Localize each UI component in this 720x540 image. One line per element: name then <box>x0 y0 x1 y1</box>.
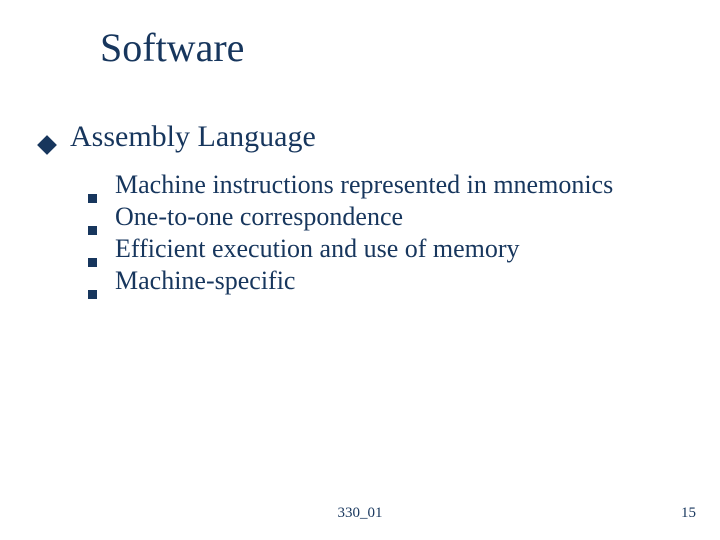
square-bullet-icon <box>88 194 97 203</box>
topic-row: Assembly Language <box>40 120 316 154</box>
page-number: 15 <box>681 505 696 522</box>
sub-text: One-to-one correspondence <box>115 202 403 232</box>
sub-list: Machine instructions represented in mnem… <box>88 170 613 298</box>
slide-title: Software <box>100 24 244 71</box>
square-bullet-icon <box>88 226 97 235</box>
sub-text: Efficient execution and use of memory <box>115 234 520 264</box>
list-item: Machine-specific <box>88 266 613 296</box>
list-item: Machine instructions represented in mnem… <box>88 170 613 200</box>
topic-label: Assembly Language <box>70 120 316 154</box>
diamond-bullet-icon <box>37 135 57 155</box>
sub-text: Machine-specific <box>115 266 295 296</box>
sub-text: Machine instructions represented in mnem… <box>115 170 613 200</box>
list-item: Efficient execution and use of memory <box>88 234 613 264</box>
footer-center-label: 330_01 <box>338 505 383 522</box>
square-bullet-icon <box>88 290 97 299</box>
square-bullet-icon <box>88 258 97 267</box>
list-item: One-to-one correspondence <box>88 202 613 232</box>
